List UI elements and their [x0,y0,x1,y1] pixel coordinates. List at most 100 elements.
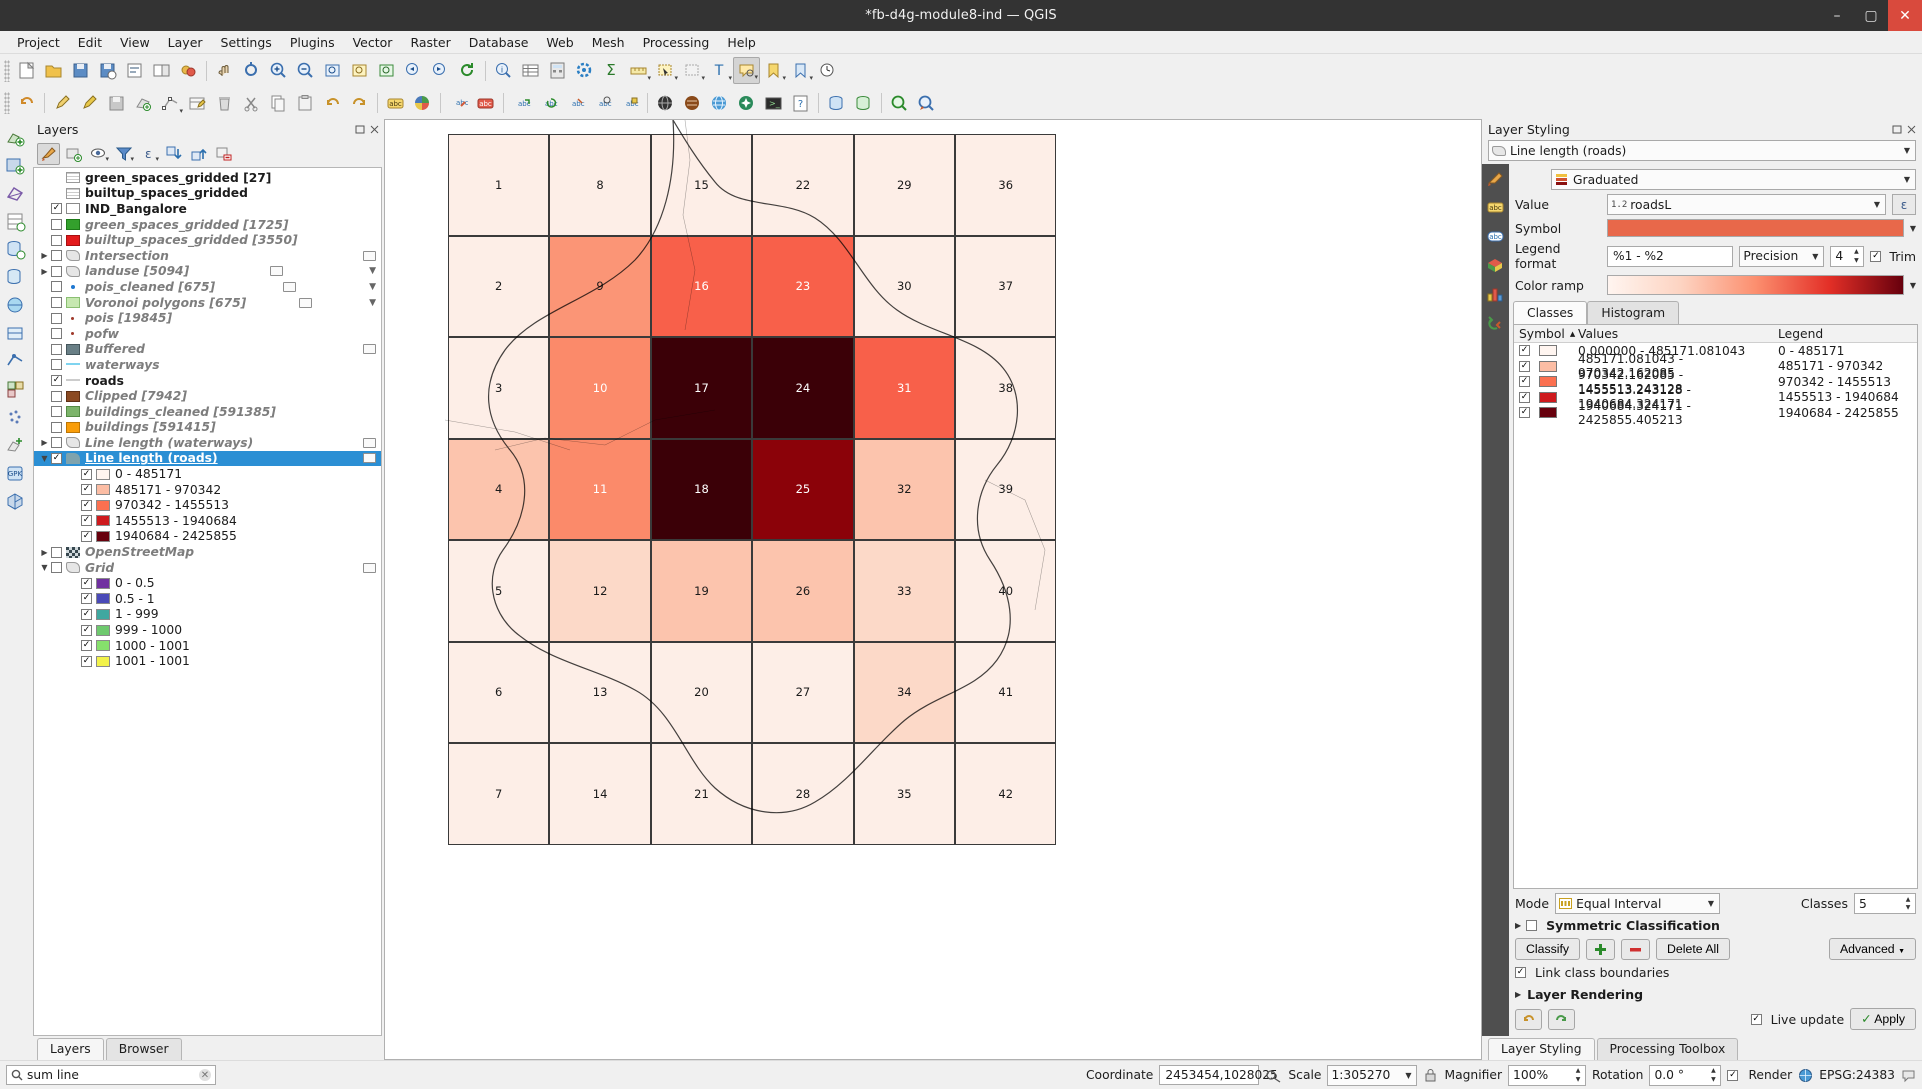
paste-features-icon[interactable] [292,90,319,117]
layout-manager-icon[interactable] [148,57,175,84]
classes-table[interactable]: Symbol ▲ Values Legend ✓ 0.000000 - 48517… [1513,324,1918,889]
delete-selected-icon[interactable] [211,90,238,117]
legend-format-input[interactable]: %1 - %2 [1607,245,1734,267]
layer-tree-item-buildings-591415[interactable]: buildings [591415] [34,420,381,436]
grid-cell[interactable]: 31 [853,337,955,439]
deselect-icon[interactable]: ▾ [679,57,706,84]
expand-symmetric-icon[interactable]: ▶ [1515,921,1521,930]
open-attribute-table-icon[interactable] [517,57,544,84]
crs-globe-icon[interactable] [1798,1068,1813,1083]
panel-tab-layers[interactable]: Layers [37,1038,104,1060]
layer-tree-item-pofw[interactable]: pofw [34,326,381,342]
class-legend-cell[interactable]: 1940684 - 2425855 [1778,406,1917,420]
layer-visibility-checkbox[interactable]: ✓ [81,499,92,511]
precision-spinbox[interactable]: 4 ▲ ▼ [1830,245,1865,267]
menu-item-layer[interactable]: Layer [159,33,212,52]
layer-tree-item-line-length-roads[interactable]: ▼ ✓ Line length (roads) [34,450,381,467]
layer-tree-item-builtup-spaces-gridded[interactable]: builtup_spaces_gridded [34,186,381,202]
grid-cell[interactable]: 42 [955,743,1057,845]
new-project-icon[interactable] [13,57,40,84]
processing-toolbox-icon[interactable] [571,57,598,84]
add-raster-layer-icon[interactable] [3,153,28,178]
layer-tree-item-green-spaces-gridded-27[interactable]: green_spaces_gridded [27] [34,170,381,186]
grid-cell[interactable]: 14 [549,743,651,845]
layer-visibility-checkbox[interactable]: ✓ [81,640,92,652]
minimize-button[interactable]: – [1820,0,1854,31]
grid-cell[interactable]: 5 [448,540,550,642]
grid-cell[interactable]: 34 [853,641,955,743]
layer-tree-item-green-spaces-gridded-1725[interactable]: green_spaces_gridded [1725] [34,217,381,233]
new-3d-map-icon[interactable] [3,489,28,514]
grid-cell[interactable]: 17 [650,337,753,439]
label-toolbar-extra-icon[interactable]: abc [616,90,643,117]
filter-icon[interactable]: ▼ [369,282,376,292]
legend-class-grid-5[interactable]: ✓ 1001 - 1001 [34,653,381,669]
new-geopackage-icon[interactable]: GPK [3,461,28,486]
layer-visibility-checkbox[interactable]: ✓ [81,577,92,589]
link-class-boundaries-checkbox[interactable]: ✓ [1515,967,1526,978]
grid-cell[interactable]: 29 [853,134,955,236]
class-enabled-checkbox[interactable]: ✓ [1519,345,1530,357]
menu-item-vector[interactable]: Vector [344,33,402,52]
crs-label[interactable]: EPSG:24383 [1819,1068,1895,1082]
layer-tree-item-waterways[interactable]: waterways [34,357,381,373]
remove-layer-icon[interactable] [212,143,235,165]
layer-visibility-checkbox[interactable] [51,343,62,355]
symbol-preview[interactable] [1607,219,1904,237]
locator-search-input[interactable]: sum line ✕ [6,1065,216,1085]
open-project-icon[interactable] [40,57,67,84]
rotate-label-icon[interactable]: abc [535,90,562,117]
menu-item-plugins[interactable]: Plugins [281,33,344,52]
spinner-arrows[interactable]: ▲ ▼ [1850,248,1862,265]
zoom-selection-icon[interactable] [346,57,373,84]
identify-features-icon[interactable]: i [490,57,517,84]
undock-styling-icon[interactable] [1892,124,1903,135]
grid-cell[interactable]: 7 [448,743,550,845]
close-styling-icon[interactable] [1906,124,1917,135]
layer-tree-item-buildings-cleaned-591385[interactable]: buildings_cleaned [591385] [34,404,381,420]
zoom-out-icon[interactable] [292,57,319,84]
header-values[interactable]: Values [1578,327,1778,341]
add-vector-tile-icon[interactable] [3,377,28,402]
class-legend-cell[interactable]: 970342 - 1455513 [1778,375,1917,389]
add-postgis-layer-icon[interactable] [823,90,850,117]
statistical-summary-icon[interactable]: Σ [598,57,625,84]
masks-abc-icon[interactable]: abc [1485,226,1506,247]
layer-visibility-checkbox[interactable] [51,328,62,340]
globe-blue-icon[interactable] [706,90,733,117]
highlight-labels-icon[interactable]: abc [472,90,499,117]
chevron-down-icon[interactable]: ▼ [1910,281,1916,290]
class-enabled-checkbox[interactable]: ✓ [1519,360,1530,372]
grid-cell[interactable]: 8 [549,134,651,236]
diagrams-icon[interactable] [1485,284,1506,305]
collapse-arrow-icon[interactable]: ▼ [38,454,51,463]
expand-arrow-icon[interactable]: ▶ [38,438,51,447]
add-feature-icon[interactable] [130,90,157,117]
layer-visibility-checkbox[interactable] [51,281,62,293]
new-shapefile-icon[interactable] [3,433,28,458]
metasearch-icon[interactable] [679,90,706,117]
class-legend-cell[interactable]: 1455513 - 1940684 [1778,390,1917,404]
layer-tree-item-grid[interactable]: ▼ Grid [34,560,381,576]
grid-cell[interactable]: 35 [853,743,955,845]
grid-cell[interactable]: 16 [650,235,753,337]
menu-item-raster[interactable]: Raster [401,33,459,52]
layer-tree[interactable]: green_spaces_gridded [27] builtup_spaces_… [33,167,382,1036]
add-wcs-icon[interactable] [3,321,28,346]
grid-cell[interactable]: 15 [650,134,753,236]
layer-tree-item-pois-cleaned-675[interactable]: pois_cleaned [675] ▼ [34,279,381,295]
delete-all-button[interactable]: Delete All [1656,938,1730,960]
grid-cell[interactable]: 27 [752,641,854,743]
style-manager-icon[interactable] [175,57,202,84]
layer-tree-item-buffered[interactable]: Buffered [34,342,381,358]
coordinate-input[interactable]: 2453454,1028025 [1159,1065,1278,1085]
menu-item-mesh[interactable]: Mesh [583,33,634,52]
header-legend[interactable]: Legend [1778,327,1917,341]
save-project-icon[interactable] [67,57,94,84]
3d-view-icon[interactable] [1485,255,1506,276]
layer-visibility-checkbox[interactable]: ✓ [51,452,62,464]
class-color-swatch[interactable] [1539,360,1557,372]
layer-visibility-checkbox[interactable] [51,390,62,402]
rotation-spinbox[interactable]: 0.0 ° ▲ ▼ [1649,1064,1722,1086]
class-enabled-checkbox[interactable]: ✓ [1519,391,1530,403]
